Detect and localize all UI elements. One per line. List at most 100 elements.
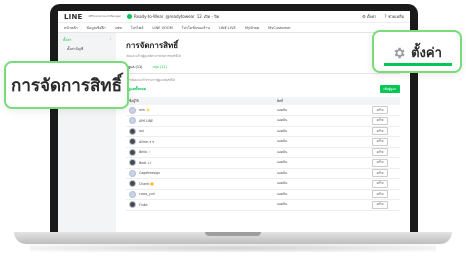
edit-button[interactable]: แก้ไข xyxy=(371,148,389,157)
nav-item[interactable]: LINE LIVE xyxy=(219,26,236,30)
account-switcher[interactable]: Ready-to-Wear @readytowear 12 เปิด - ปิด xyxy=(127,13,219,20)
table-row: aim ⭐ แอดมิน แก้ไข xyxy=(126,105,400,116)
edit-button[interactable]: แก้ไข xyxy=(371,116,389,125)
settings-callout: ตั้งค่า xyxy=(372,30,462,73)
edit-button[interactable]: แก้ไข xyxy=(371,106,389,114)
user-role: แอดมิน xyxy=(274,199,360,211)
table-row: Cagefreesign แอดมิน แก้ไข xyxy=(126,168,400,179)
nav-item[interactable]: MyShop xyxy=(245,26,259,30)
page-title: การจัดการสิทธิ์ xyxy=(126,41,179,50)
edit-button[interactable]: แก้ไข xyxy=(371,158,389,167)
avatar xyxy=(129,148,136,156)
main-nav: หน้าหลัก ข้อมูลเชิงลึก แชท โปรไฟล์ LINE … xyxy=(58,23,410,33)
table-row: cross_yuri แอดมิน แก้ไข xyxy=(126,189,400,200)
user-role: แอดมิน xyxy=(274,189,360,200)
top-bar: LINE Official Account Manager Ready-to-W… xyxy=(58,11,410,23)
user-role: แอดมิน xyxy=(274,126,360,137)
user-role: แอดมิน xyxy=(274,105,360,116)
admin-table: ชื่อผู้ใช้ สิทธิ์ aim ⭐ แอดมิน แก้ไข AIM xyxy=(126,97,400,211)
user-name: Allme.✦✦ xyxy=(139,139,155,144)
page-note: การเพิ่มและแก้ไขรายการผู้ดูแลบัญชีนี้ได้ xyxy=(126,78,175,82)
add-admin-button[interactable]: เพิ่มผู้ดูแล xyxy=(379,85,400,93)
laptop-notch xyxy=(205,232,261,236)
nav-item[interactable]: โปรไฟล์ xyxy=(131,25,144,31)
sidebar-settings-group[interactable]: ตั้งค่า ‹ xyxy=(63,37,111,43)
edit-button[interactable]: แก้ไข xyxy=(371,127,389,136)
avatar xyxy=(129,127,136,135)
nav-item[interactable]: หน้าหลัก xyxy=(64,25,78,31)
nav-item[interactable]: ข้อมูลเชิงลึก xyxy=(87,25,106,31)
table-row: Boat ♪♪ แอดมิน แก้ไข xyxy=(126,157,400,169)
tab-groups[interactable]: กลุ่ม (11) xyxy=(153,65,167,70)
table-row: AIM LINE แอดมิน แก้ไข xyxy=(126,115,400,127)
nav-item[interactable]: LINE VOOM xyxy=(152,26,172,30)
brand-sub: Official Account Manager xyxy=(88,15,122,18)
top-bar-right: ⚙ ตั้งค่า ? ช่วยเหลือ xyxy=(362,13,404,20)
user-name: Boat ♪♪ xyxy=(139,160,152,165)
table-row: Chanti 🌼 แอดมิน แก้ไข xyxy=(126,178,400,190)
avatar xyxy=(129,159,136,167)
settings-label: ตั้งค่า xyxy=(366,14,377,19)
help-link[interactable]: ? ช่วยเหลือ xyxy=(384,13,404,20)
active-underline xyxy=(384,63,452,66)
table-row: aoi แอดมิน แก้ไข xyxy=(126,126,400,137)
screen: LINE Official Account Manager Ready-to-W… xyxy=(58,11,410,232)
help-label: ช่วยเหลือ xyxy=(387,14,404,19)
col-role-header: สิทธิ์ xyxy=(274,97,360,105)
user-name: Fluke xyxy=(139,202,148,207)
account-stats: 12 xyxy=(196,14,202,19)
section-header: ผู้ดูแลทั้งหมด เพิ่มผู้ดูแล xyxy=(126,85,400,93)
col-action-header xyxy=(360,97,400,105)
account-status: เปิด - ปิด xyxy=(203,14,220,19)
section-title: ผู้ดูแลทั้งหมด xyxy=(126,87,147,91)
account-id: @readytowear xyxy=(165,14,195,19)
table-row: Bella ♡ แอดมิน แก้ไข xyxy=(126,147,400,158)
avatar xyxy=(129,201,136,209)
avatar xyxy=(129,138,136,146)
page-description: เพิ่มและแก้ไขผู้ดูแลที่สามารถจัดการบัญชี… xyxy=(126,54,181,58)
stage: LINE Official Account Manager Ready-to-W… xyxy=(0,0,466,266)
user-role: แอดมิน xyxy=(274,168,360,179)
avatar xyxy=(129,169,136,177)
table-row: Fluke แอดมิน แก้ไข xyxy=(126,199,400,211)
edit-button[interactable]: แก้ไข xyxy=(371,137,389,146)
user-role: แอดมิน xyxy=(274,157,360,169)
nav-item[interactable]: โปรโมชั่นของร้าน xyxy=(182,25,210,31)
user-name: aim ⭐ xyxy=(139,108,150,112)
sidebar-settings-label: ตั้งค่า xyxy=(63,38,72,42)
permission-callout-label: การจัดการสิทธิ์ xyxy=(11,75,122,96)
avatar xyxy=(129,190,136,198)
chevron-icon: ‹ xyxy=(109,37,111,41)
user-name: cross_yuri xyxy=(139,192,155,197)
gear-icon xyxy=(394,47,405,58)
avatar xyxy=(129,117,136,125)
user-name: Bella ♡ xyxy=(139,150,151,155)
sidebar-item-account-settings[interactable]: ตั้งค่าบัญชี xyxy=(63,46,111,52)
brand[interactable]: LINE xyxy=(64,13,83,21)
settings-link[interactable]: ⚙ ตั้งค่า xyxy=(362,13,376,20)
edit-button[interactable]: แก้ไข xyxy=(371,190,389,199)
nav-item[interactable]: แชท xyxy=(115,25,122,31)
account-name: Ready-to-Wear xyxy=(134,14,164,19)
tabs: ผู้ดูแล (11) กลุ่ม (11) xyxy=(126,65,400,74)
user-role: แอดมิน xyxy=(274,178,360,190)
avatar xyxy=(129,180,136,188)
user-name: aoi xyxy=(139,129,144,134)
user-role: แอดมิน xyxy=(274,115,360,127)
account-icon xyxy=(127,14,133,19)
edit-button[interactable]: แก้ไข xyxy=(371,200,389,209)
table-header: ชื่อผู้ใช้ สิทธิ์ xyxy=(126,97,400,105)
edit-button[interactable]: แก้ไข xyxy=(371,179,389,188)
table-row: Allme.✦✦ แอดมิน แก้ไข xyxy=(126,136,400,148)
edit-button[interactable]: แก้ไข xyxy=(371,169,389,178)
user-role: แอดมิน xyxy=(274,147,360,158)
avatar xyxy=(129,106,136,114)
brand-logo: LINE xyxy=(64,12,83,21)
settings-callout-content: ตั้งค่า xyxy=(374,42,460,63)
permission-callout: การจัดการสิทธิ์ xyxy=(4,61,129,109)
main-content: การจัดการสิทธิ์ เพิ่มและแก้ไขผู้ดูแลที่ส… xyxy=(116,33,410,232)
user-name: Cagefreesign xyxy=(139,171,161,176)
nav-item[interactable]: MyCustomer xyxy=(268,26,291,30)
laptop-shadow xyxy=(30,244,436,252)
col-name-header: ชื่อผู้ใช้ xyxy=(126,97,274,105)
